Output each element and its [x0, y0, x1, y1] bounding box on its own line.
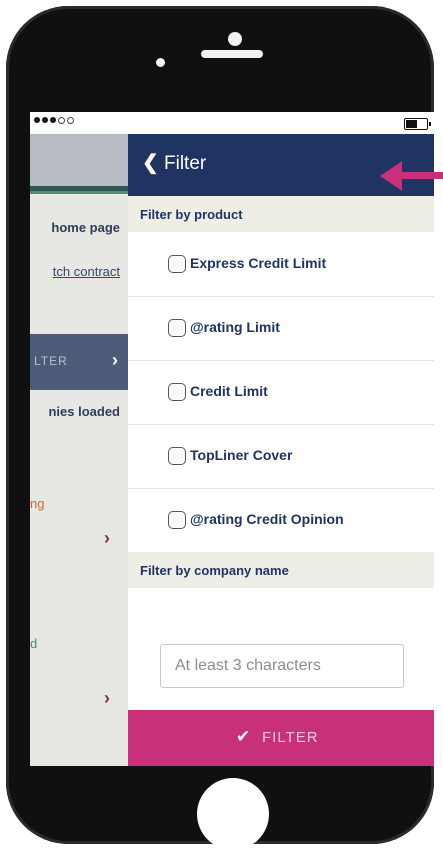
chevron-right-icon[interactable]: ›: [104, 688, 110, 709]
earpiece-speaker: [201, 50, 263, 58]
section-header-product: Filter by product: [128, 196, 434, 232]
section-title: Filter by product: [140, 207, 243, 222]
filter-panel: ❮ Filter Filter by product Express Credi…: [128, 134, 434, 766]
background-stripe-light: [30, 191, 128, 194]
status-bar: [30, 112, 434, 134]
page-title: Filter: [164, 153, 207, 174]
section-title: Filter by company name: [140, 563, 289, 578]
product-option[interactable]: TopLiner Cover: [128, 424, 434, 489]
checkbox[interactable]: [168, 511, 186, 529]
product-option[interactable]: Credit Limit: [128, 360, 434, 425]
checkmark-icon: ✔: [236, 727, 251, 746]
screen: home page tch contract LTER › nies loade…: [30, 112, 434, 766]
option-label: Express Credit Limit: [190, 255, 327, 271]
filter-button[interactable]: ✔ FILTER: [128, 710, 434, 766]
background-orange-text: ng: [30, 496, 45, 511]
background-header: [30, 134, 128, 186]
option-label: @rating Credit Opinion: [190, 511, 344, 527]
chevron-right-icon[interactable]: ›: [104, 528, 110, 549]
annotation-arrow-icon: [380, 161, 402, 191]
product-option[interactable]: Express Credit Limit: [128, 232, 434, 297]
contract-link[interactable]: tch contract: [53, 264, 120, 279]
annotation-arrow-shaft: [397, 172, 443, 179]
option-label: Credit Limit: [190, 383, 268, 399]
home-page-link[interactable]: home page: [51, 220, 120, 235]
checkbox[interactable]: [168, 255, 186, 273]
checkbox[interactable]: [168, 383, 186, 401]
background-green-text: d: [30, 636, 38, 651]
product-option[interactable]: @rating Credit Opinion: [128, 488, 434, 552]
option-label: TopLiner Cover: [190, 447, 293, 463]
product-option[interactable]: @rating Limit: [128, 296, 434, 361]
signal-strength-icon: [34, 117, 74, 124]
checkbox[interactable]: [168, 319, 186, 337]
background-filter-label: LTER: [34, 354, 68, 368]
chevron-right-icon: ›: [112, 350, 118, 370]
battery-icon: [404, 118, 431, 130]
home-button[interactable]: [197, 778, 269, 850]
companies-loaded-text: nies loaded: [48, 404, 120, 419]
background-app: home page tch contract LTER › nies loade…: [30, 134, 128, 766]
background-filter-button[interactable]: LTER ›: [30, 334, 128, 390]
checkbox[interactable]: [168, 447, 186, 465]
chevron-left-icon[interactable]: ❮: [142, 150, 159, 175]
proximity-sensor: [156, 58, 165, 67]
section-header-company: Filter by company name: [128, 552, 434, 588]
front-camera: [228, 32, 242, 46]
filter-button-label: FILTER: [262, 729, 319, 746]
option-label: @rating Limit: [190, 319, 280, 335]
phone-frame: home page tch contract LTER › nies loade…: [6, 6, 434, 850]
company-search-input[interactable]: [160, 644, 404, 688]
